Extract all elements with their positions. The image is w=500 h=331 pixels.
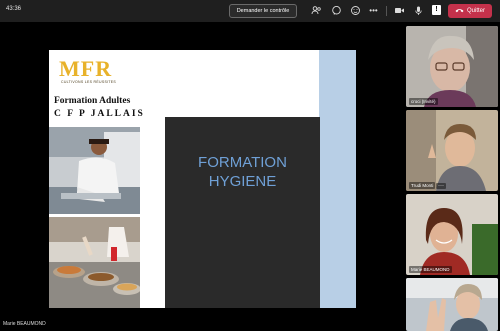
kitchen-photo-dishes xyxy=(49,217,140,308)
kitchen-photo-chef xyxy=(49,127,140,214)
share-icon[interactable]: ! xyxy=(432,5,441,15)
slide-subtitle-1: Formation Adultes xyxy=(54,96,131,106)
participant-tile[interactable]: Trudi Monti ··· xyxy=(406,110,498,191)
camera-icon[interactable] xyxy=(394,5,405,16)
reactions-icon[interactable] xyxy=(350,5,361,16)
participant-tile[interactable] xyxy=(406,278,498,331)
slide-title: FORMATION HYGIENE xyxy=(165,153,320,191)
participant-name: Marie BEAUMOND xyxy=(409,266,452,273)
meeting-timer: 43:36 xyxy=(6,6,22,12)
participant-tile[interactable]: Marie BEAUMOND xyxy=(406,194,498,275)
participant-name: croci (Invité) xyxy=(409,98,438,105)
slide-title-line1: FORMATION xyxy=(198,154,287,171)
phone-hangup-icon xyxy=(455,8,464,15)
logo-text: MFR xyxy=(59,56,113,81)
slide-subtitle-2: C F P JALLAIS xyxy=(54,109,145,119)
request-control-button[interactable]: Demander le contrôle xyxy=(229,4,297,18)
more-icon[interactable]: ••• xyxy=(368,5,379,16)
slide-blue-band xyxy=(319,50,356,308)
chat-icon[interactable] xyxy=(331,5,342,16)
participant-more-icon[interactable]: ··· xyxy=(436,183,446,189)
quit-label: Quitter xyxy=(466,8,485,14)
slide-title-panel xyxy=(165,117,320,308)
logo-tagline: CULTIVONS LES RÉUSSITES xyxy=(61,80,117,84)
slide-title-line2: HYGIENE xyxy=(208,173,277,190)
mic-icon[interactable] xyxy=(413,5,424,16)
quit-button[interactable]: Quitter xyxy=(448,4,492,18)
shared-slide: FORMATION HYGIENE MFR CULTIVONS LES RÉUS… xyxy=(49,50,356,308)
presenter-name: Marie BEAUMOND xyxy=(3,321,46,327)
people-icon[interactable] xyxy=(311,5,322,16)
toolbar-divider xyxy=(386,6,387,16)
participant-tile[interactable]: croci (Invité) xyxy=(406,26,498,107)
participant-name: Trudi Monti xyxy=(409,182,436,189)
mfr-logo: MFR CULTIVONS LES RÉUSSITES xyxy=(59,56,139,86)
